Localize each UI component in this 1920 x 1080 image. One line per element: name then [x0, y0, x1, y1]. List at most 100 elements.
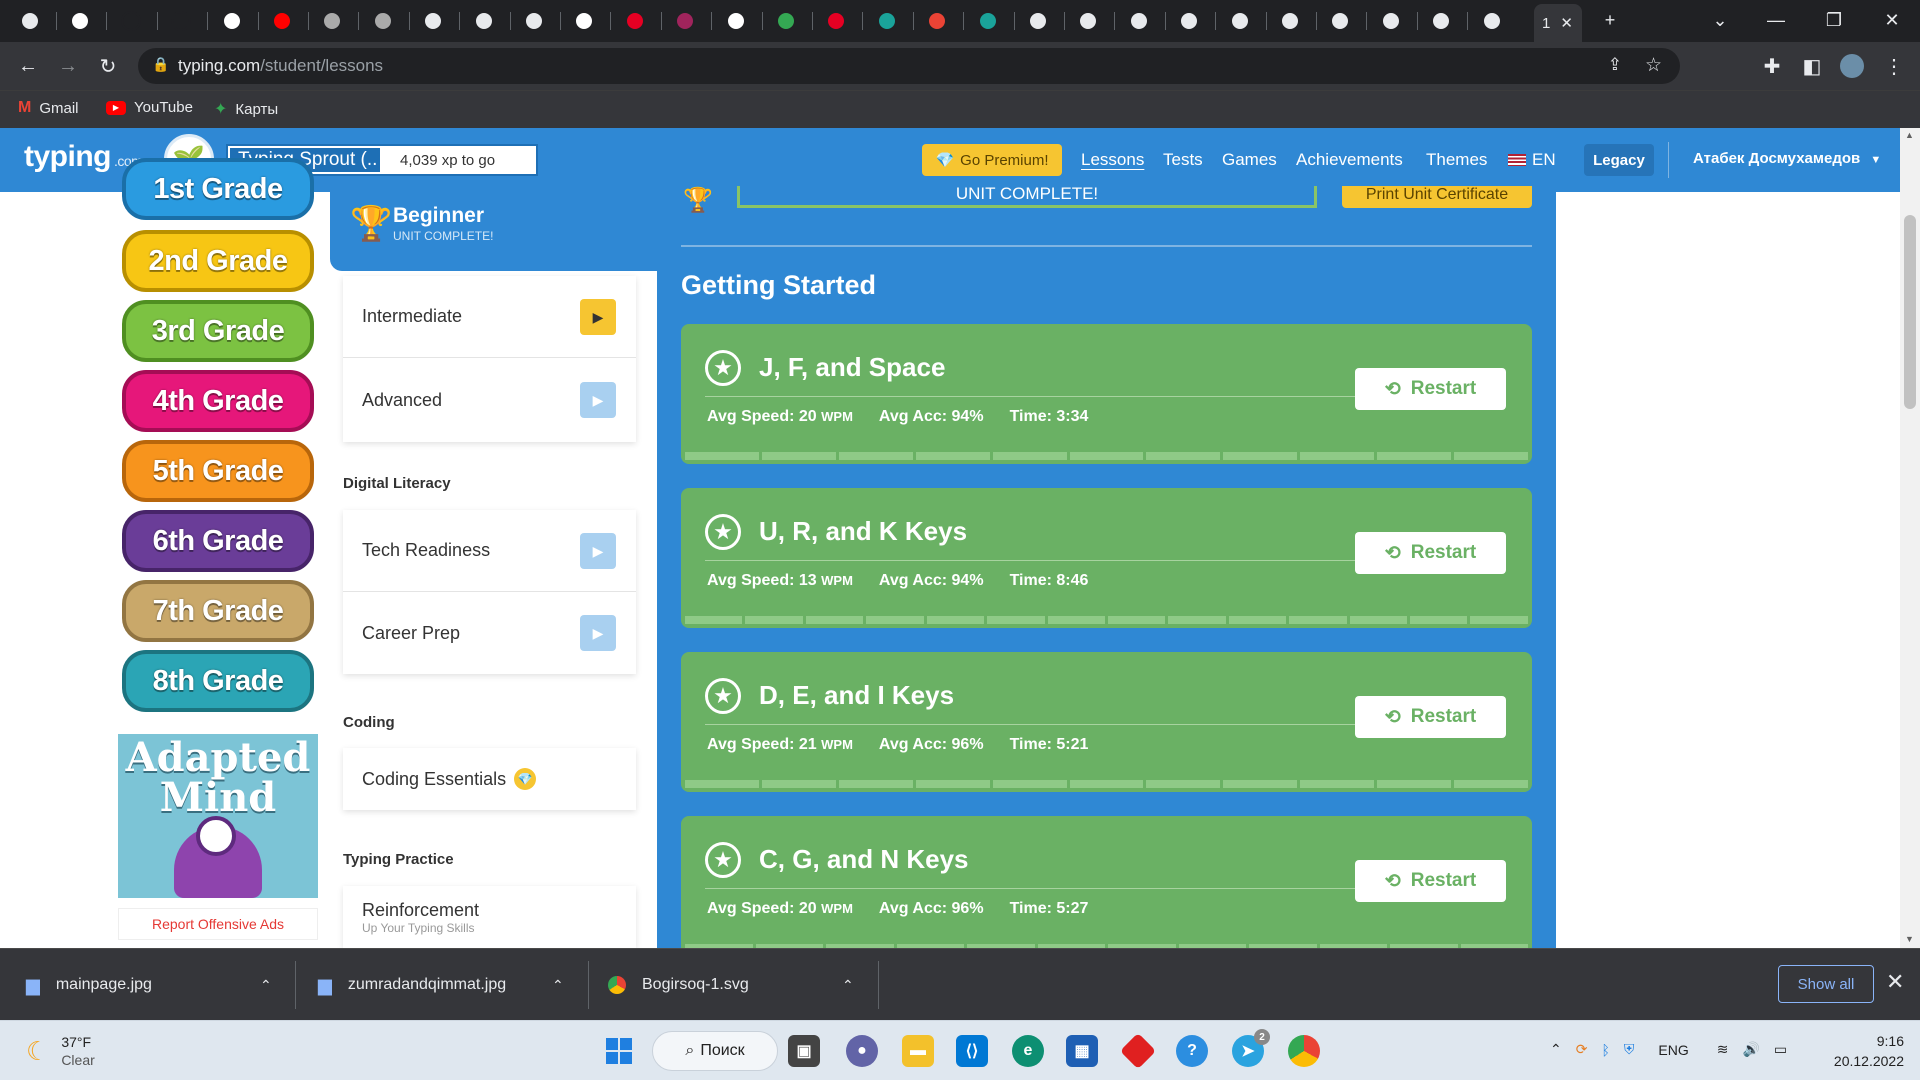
nav-tests[interactable]: Tests [1163, 150, 1203, 170]
extensions-button[interactable]: ✚ [1758, 52, 1786, 80]
advertisement[interactable]: Adapted Mind [118, 734, 318, 898]
browser-tab[interactable] [1220, 6, 1266, 36]
show-all-downloads-button[interactable]: Show all [1778, 965, 1874, 1003]
nav-games[interactable]: Games [1222, 150, 1277, 170]
close-tab-icon[interactable]: ✕ [1560, 14, 1573, 32]
grade-button[interactable]: 8th Grade [122, 650, 314, 712]
browser-tab[interactable] [1169, 6, 1215, 36]
sync-icon[interactable]: ⟳ [1576, 1041, 1588, 1058]
chevron-up-icon[interactable]: ⌃ [260, 977, 272, 994]
browser-tab[interactable] [1068, 6, 1114, 36]
browser-tab[interactable] [1270, 6, 1316, 36]
restart-button[interactable]: ⟲ Restart [1355, 532, 1506, 574]
browser-tab[interactable] [111, 6, 157, 36]
back-button[interactable]: ← [14, 52, 42, 80]
browser-tab[interactable] [1421, 6, 1467, 36]
browser-tab[interactable] [1018, 6, 1064, 36]
browser-menu-button[interactable]: ⋮ [1880, 52, 1908, 80]
unit-intermediate[interactable]: Intermediate ▶ [343, 276, 636, 358]
new-tab-button[interactable]: + [1582, 0, 1638, 40]
chevron-up-icon[interactable]: ⌃ [842, 977, 854, 994]
taskbar-clock[interactable]: 9:16 20.12.2022 [1820, 1031, 1904, 1071]
browser-tab[interactable] [10, 6, 56, 36]
play-icon[interactable]: ▶ [580, 533, 616, 569]
store-icon[interactable]: ▦ [1066, 1035, 1098, 1067]
bookmark-maps[interactable]: ✦ Карты [214, 99, 278, 119]
browser-tab[interactable] [766, 6, 812, 36]
chevron-up-icon[interactable]: ⌃ [552, 977, 564, 994]
chevron-up-icon[interactable]: ⌃ [1550, 1041, 1562, 1058]
scroll-up-icon[interactable]: ▲ [1905, 130, 1914, 140]
browser-tab[interactable] [1119, 6, 1165, 36]
download-item[interactable]: ▆ zumradandqimmat.jpg ⌃ [318, 949, 564, 1021]
weather-widget[interactable]: ☾ 37°F Clear [26, 1033, 95, 1069]
start-button[interactable] [603, 1035, 635, 1067]
input-language[interactable]: ENG [1658, 1042, 1688, 1058]
download-item[interactable]: ▆ mainpage.jpg ⌃ [26, 949, 272, 1021]
unit-career-prep[interactable]: Career Prep ▶ [343, 592, 636, 674]
url-field[interactable]: 🔒 typing.com/student/lessons ⇪ ☆ [138, 48, 1680, 84]
scroll-down-icon[interactable]: ▼ [1905, 934, 1914, 944]
unit-tech-readiness[interactable]: Tech Readiness ▶ [343, 510, 636, 592]
taskbar-search[interactable]: ⌕ Поиск [652, 1031, 778, 1071]
download-item[interactable]: Bogirsoq-1.svg ⌃ [608, 949, 854, 1021]
telegram-icon[interactable]: ➤ 2 [1232, 1029, 1270, 1067]
close-download-bar-icon[interactable]: ✕ [1886, 969, 1904, 995]
chat-icon[interactable]: ● [846, 1035, 878, 1067]
unit-reinforcement[interactable]: Reinforcement Up Your Typing Skills [343, 886, 636, 948]
browser-tab[interactable] [262, 6, 308, 36]
browser-tab[interactable] [464, 6, 510, 36]
unit-advanced[interactable]: Advanced ▶ [343, 358, 636, 442]
restart-button[interactable]: ⟲ Restart [1355, 860, 1506, 902]
restart-button[interactable]: ⟲ Restart [1355, 696, 1506, 738]
browser-tab[interactable] [665, 6, 711, 36]
close-window-button[interactable]: ✕ [1864, 0, 1920, 40]
browser-tab[interactable] [968, 6, 1014, 36]
share-icon[interactable]: ⇪ [1608, 55, 1622, 75]
language-selector[interactable]: EN [1508, 150, 1556, 170]
tab-search-button[interactable]: ⌄ [1692, 0, 1748, 40]
grade-button[interactable]: 3rd Grade [122, 300, 314, 362]
volume-icon[interactable]: 🔊 [1742, 1041, 1759, 1058]
play-icon[interactable]: ▶ [580, 299, 616, 335]
play-icon[interactable]: ▶ [580, 382, 616, 418]
browser-tab[interactable] [917, 6, 963, 36]
browser-tab[interactable] [212, 6, 258, 36]
go-premium-button[interactable]: 💎 Go Premium! [922, 144, 1062, 176]
bookmark-gmail[interactable]: M Gmail [18, 99, 79, 117]
browser-tab[interactable] [816, 6, 862, 36]
nav-themes[interactable]: Themes [1426, 150, 1487, 170]
lesson-card[interactable]: ★ D, E, and I Keys Avg Speed: 21 WPM Avg Ac… [681, 652, 1532, 792]
grade-button[interactable]: 6th Grade [122, 510, 314, 572]
profile-button[interactable] [1838, 52, 1866, 80]
browser-tab[interactable] [312, 6, 358, 36]
battery-icon[interactable]: ▭ [1774, 1041, 1787, 1058]
restart-button[interactable]: ⟲ Restart [1355, 368, 1506, 410]
page-scrollbar-thumb[interactable] [1904, 215, 1916, 409]
browser-tab[interactable] [564, 6, 610, 36]
report-offensive-ads-link[interactable]: Report Offensive Ads [118, 908, 318, 940]
grade-button[interactable]: 4th Grade [122, 370, 314, 432]
defender-icon[interactable]: ⛨ [1624, 1041, 1635, 1058]
unit-coding-essentials[interactable]: Coding Essentials 💎 [343, 748, 636, 810]
nav-lessons[interactable]: Lessons [1081, 150, 1144, 170]
browser-tab[interactable] [1320, 6, 1366, 36]
browser-tab[interactable] [363, 6, 409, 36]
browser-tab[interactable] [60, 6, 106, 36]
browser-tab[interactable] [1371, 6, 1417, 36]
task-view-icon[interactable]: ▣ [788, 1035, 820, 1067]
help-icon[interactable]: ? [1176, 1035, 1208, 1067]
chrome-taskbar-icon[interactable] [1288, 1035, 1320, 1067]
wifi-icon[interactable]: ≋ [1717, 1041, 1729, 1058]
browser-tab[interactable] [867, 6, 913, 36]
nav-achievements[interactable]: Achievements [1296, 150, 1403, 170]
lesson-card[interactable]: ★ U, R, and K Keys Avg Speed: 13 WPM Avg Ac… [681, 488, 1532, 628]
reload-button[interactable]: ↻ [94, 52, 122, 80]
grade-button[interactable]: 5th Grade [122, 440, 314, 502]
bluetooth-icon[interactable]: ᛒ [1601, 1042, 1609, 1058]
current-unit-header[interactable]: 🏆 Beginner UNIT COMPLETE! [330, 192, 657, 271]
restore-button[interactable]: ❐ [1806, 0, 1862, 40]
browser-tab[interactable] [1472, 6, 1518, 36]
legacy-button[interactable]: Legacy [1584, 144, 1654, 176]
print-certificate-button[interactable]: Print Unit Certificate [1342, 186, 1532, 208]
